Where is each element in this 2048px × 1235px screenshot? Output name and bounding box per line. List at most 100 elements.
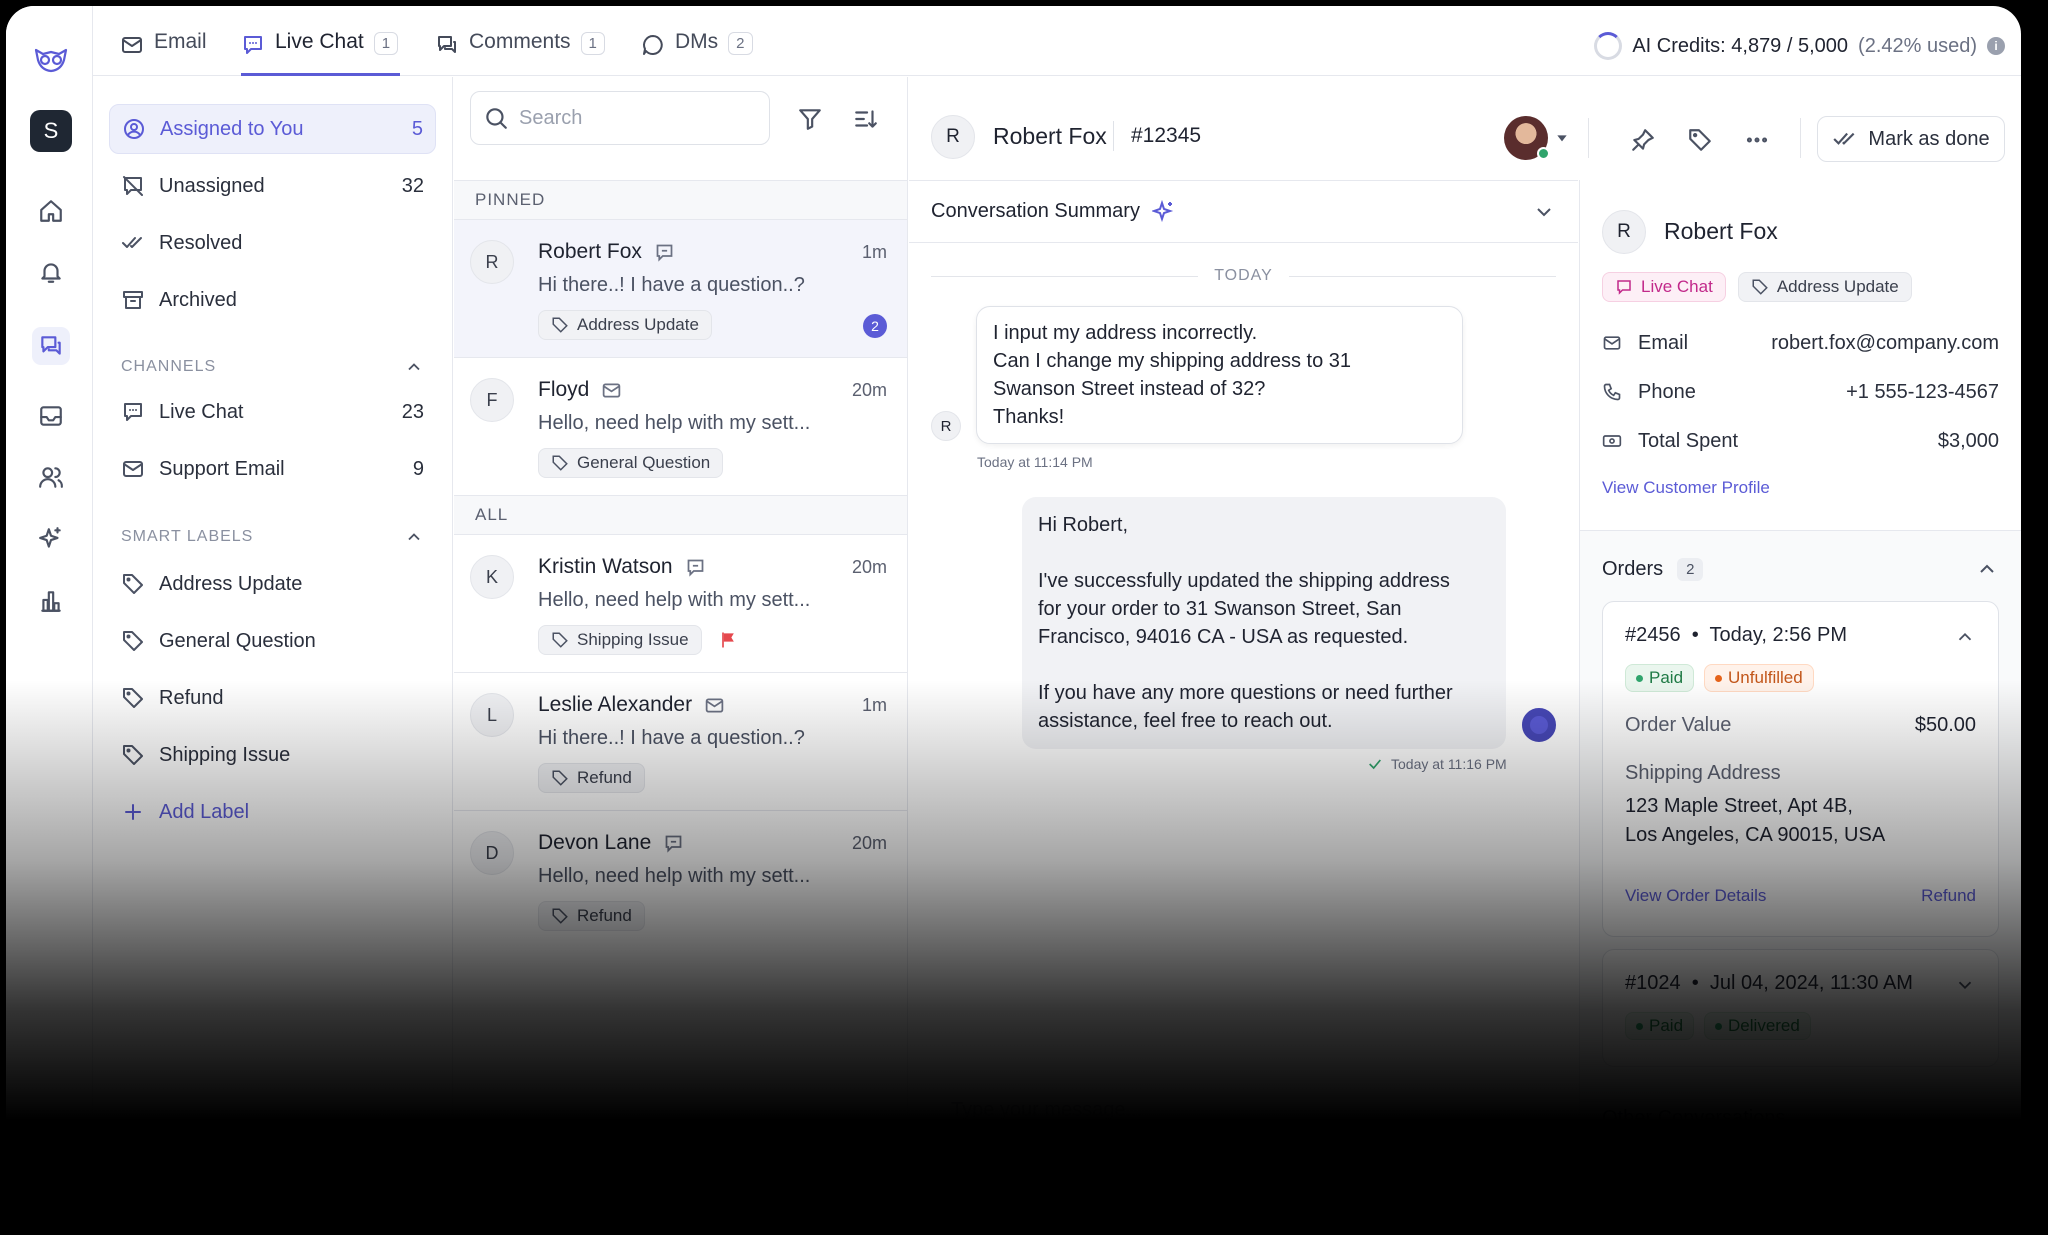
conversation-item[interactable]: D Devon Lane 20m Hello, need help with m… — [454, 811, 907, 949]
avatar: K — [470, 555, 514, 599]
tag-icon — [552, 908, 568, 924]
avatar: R — [470, 240, 514, 284]
message-preview: Hi there..! I have a question..? — [538, 274, 805, 296]
conversation-item[interactable]: K Kristin Watson 20m Hello, need help wi… — [454, 535, 907, 673]
view-customer-profile-link[interactable]: View Customer Profile — [1602, 478, 1770, 498]
search-input[interactable]: Search — [470, 91, 770, 145]
email-value[interactable]: robert.fox@company.com — [1771, 332, 1999, 355]
conversations-icon — [41, 336, 61, 355]
caret-down-icon[interactable] — [1554, 130, 1570, 146]
contact-name: Devon Lane — [538, 831, 684, 855]
contacts-button[interactable] — [32, 458, 70, 496]
nav-label-refund[interactable]: Refund — [109, 673, 436, 723]
notifications-button[interactable] — [32, 253, 70, 291]
nav-archived[interactable]: Archived — [109, 275, 436, 325]
message-preview: Hi there..! I have a question..? — [538, 727, 805, 749]
status-text: Delivered — [1728, 1016, 1800, 1035]
refund-link[interactable]: Refund — [1921, 886, 1976, 906]
payment-status: Paid — [1625, 1012, 1695, 1040]
nav-label-general-question[interactable]: General Question — [109, 616, 436, 666]
nav-unassigned[interactable]: Unassigned 32 — [109, 161, 436, 211]
label-chip[interactable]: Shipping Issue — [538, 625, 702, 655]
sort-button[interactable] — [850, 103, 882, 135]
customer-chips: Live Chat Address Update — [1602, 272, 1912, 302]
tab-email[interactable]: Email — [120, 30, 207, 76]
filter-button[interactable] — [794, 103, 826, 135]
ai-button[interactable] — [32, 520, 70, 558]
label-chip[interactable]: Address Update — [538, 310, 712, 340]
chat-panel: R Robert Fox #12345 Conversation Summary… — [909, 77, 1578, 1235]
sparkles-icon — [1151, 199, 1174, 222]
nav-resolved[interactable]: Resolved — [109, 218, 436, 268]
conversation-item[interactable]: F Floyd 20m Hello, need help with my set… — [454, 358, 907, 496]
pin-button[interactable] — [1627, 124, 1659, 156]
message-timestamp: Today at 11:16 PM — [1367, 756, 1507, 772]
tags: Address Update — [538, 310, 712, 340]
mail-icon — [123, 461, 143, 477]
chevron-down-icon[interactable] — [1954, 974, 1976, 996]
message-composer[interactable]: Type your message... — [951, 1099, 1142, 1122]
channel-chip: Live Chat — [1602, 272, 1726, 302]
inbox-sidebar: Assigned to You 5 Unassigned 32 Resolved… — [93, 77, 453, 1235]
smart-labels-header[interactable]: SMART LABELS — [121, 527, 424, 547]
tab-dms[interactable]: DMs 2 — [641, 30, 753, 76]
conversation-item[interactable]: R Robert Fox 1m Hi there..! I have a que… — [454, 220, 907, 358]
label-chip[interactable]: Refund — [538, 901, 645, 931]
avatar: F — [470, 378, 514, 422]
message-timestamp: Today at 11:14 PM — [977, 454, 1093, 470]
order-status-chips: Paid Delivered — [1625, 1012, 1811, 1040]
contact-name: Floyd — [538, 378, 622, 402]
add-label-button[interactable]: Add Label — [109, 787, 436, 837]
contact-name: Robert Fox — [538, 240, 675, 264]
order-title[interactable]: #2456 • Today, 2:56 PM — [1625, 624, 1847, 647]
conversation-item[interactable]: L Leslie Alexander 1m Hi there..! I have… — [454, 673, 907, 811]
label-chip-text: Refund — [577, 768, 632, 787]
phone-row: Phone +1 555-123-4567 — [1602, 377, 1999, 407]
day-separator: TODAY — [931, 261, 1557, 291]
other-conversations-header[interactable]: Other Conversations — [1602, 1107, 1785, 1130]
inbox-nav-button[interactable] — [32, 327, 70, 365]
avatar: R — [931, 115, 975, 159]
tab-comments[interactable]: Comments 1 — [435, 30, 605, 76]
credits-used: (2.42% used) — [1858, 34, 1977, 57]
fulfillment-status: Delivered — [1704, 1012, 1811, 1040]
reports-button[interactable] — [32, 582, 70, 620]
assignee-avatar[interactable] — [1504, 116, 1550, 160]
fulfillment-status: Unfulfilled — [1704, 664, 1814, 692]
phone-value[interactable]: +1 555-123-4567 — [1846, 381, 1999, 404]
channels-header[interactable]: CHANNELS — [121, 357, 424, 377]
nav-channel-support-email[interactable]: Support Email 9 — [109, 444, 436, 494]
info-icon[interactable]: i — [1987, 37, 2005, 55]
label-chip[interactable]: Refund — [538, 763, 645, 793]
nav-label: Assigned to You — [160, 117, 304, 140]
nav-assigned-to-you[interactable]: Assigned to You 5 — [109, 104, 436, 154]
workspace-avatar[interactable]: S — [30, 110, 72, 152]
shipping-address: 123 Maple Street, Apt 4B, Los Angeles, C… — [1625, 792, 1885, 850]
message-preview: Hello, need help with my sett... — [538, 412, 811, 434]
orders-header[interactable]: Orders 2 — [1602, 557, 1999, 581]
tab-live-chat[interactable]: Live Chat 1 — [241, 30, 401, 76]
address-line: 123 Maple Street, Apt 4B, — [1625, 795, 1853, 817]
nav-label-address-update[interactable]: Address Update — [109, 559, 436, 609]
smart-labels-title: SMART LABELS — [121, 528, 254, 545]
chevron-up-icon[interactable] — [1954, 626, 1976, 648]
label-chip[interactable]: Address Update — [1737, 272, 1912, 302]
tag-button[interactable] — [1684, 124, 1716, 156]
label-chip-text: Refund — [577, 906, 632, 925]
chevron-down-icon — [1537, 207, 1551, 216]
order-title[interactable]: #1024 • Jul 04, 2024, 11:30 AM — [1625, 972, 1913, 995]
home-button[interactable] — [32, 192, 70, 230]
mailbox-button[interactable] — [32, 397, 70, 435]
view-order-details-link[interactable]: View Order Details — [1625, 886, 1766, 906]
conversation-summary-toggle[interactable]: Conversation Summary — [909, 181, 1578, 243]
nav-label-shipping-issue[interactable]: Shipping Issue — [109, 730, 436, 780]
nav-channel-live-chat[interactable]: Live Chat 23 — [109, 387, 436, 437]
customer-panel: R Robert Fox Live Chat Address Update Em… — [1579, 180, 2021, 1235]
more-button[interactable] — [1741, 124, 1773, 156]
message-text: I've successfully updated the shipping a… — [1038, 570, 1450, 648]
ai-credits: AI Credits: 4,879 / 5,000 (2.42% used) i — [1594, 32, 2005, 60]
contact-name-text: Devon Lane — [538, 831, 652, 854]
mark-as-done-button[interactable]: Mark as done — [1817, 116, 2005, 162]
inbox-icon — [40, 406, 62, 426]
label-chip[interactable]: General Question — [538, 448, 724, 478]
